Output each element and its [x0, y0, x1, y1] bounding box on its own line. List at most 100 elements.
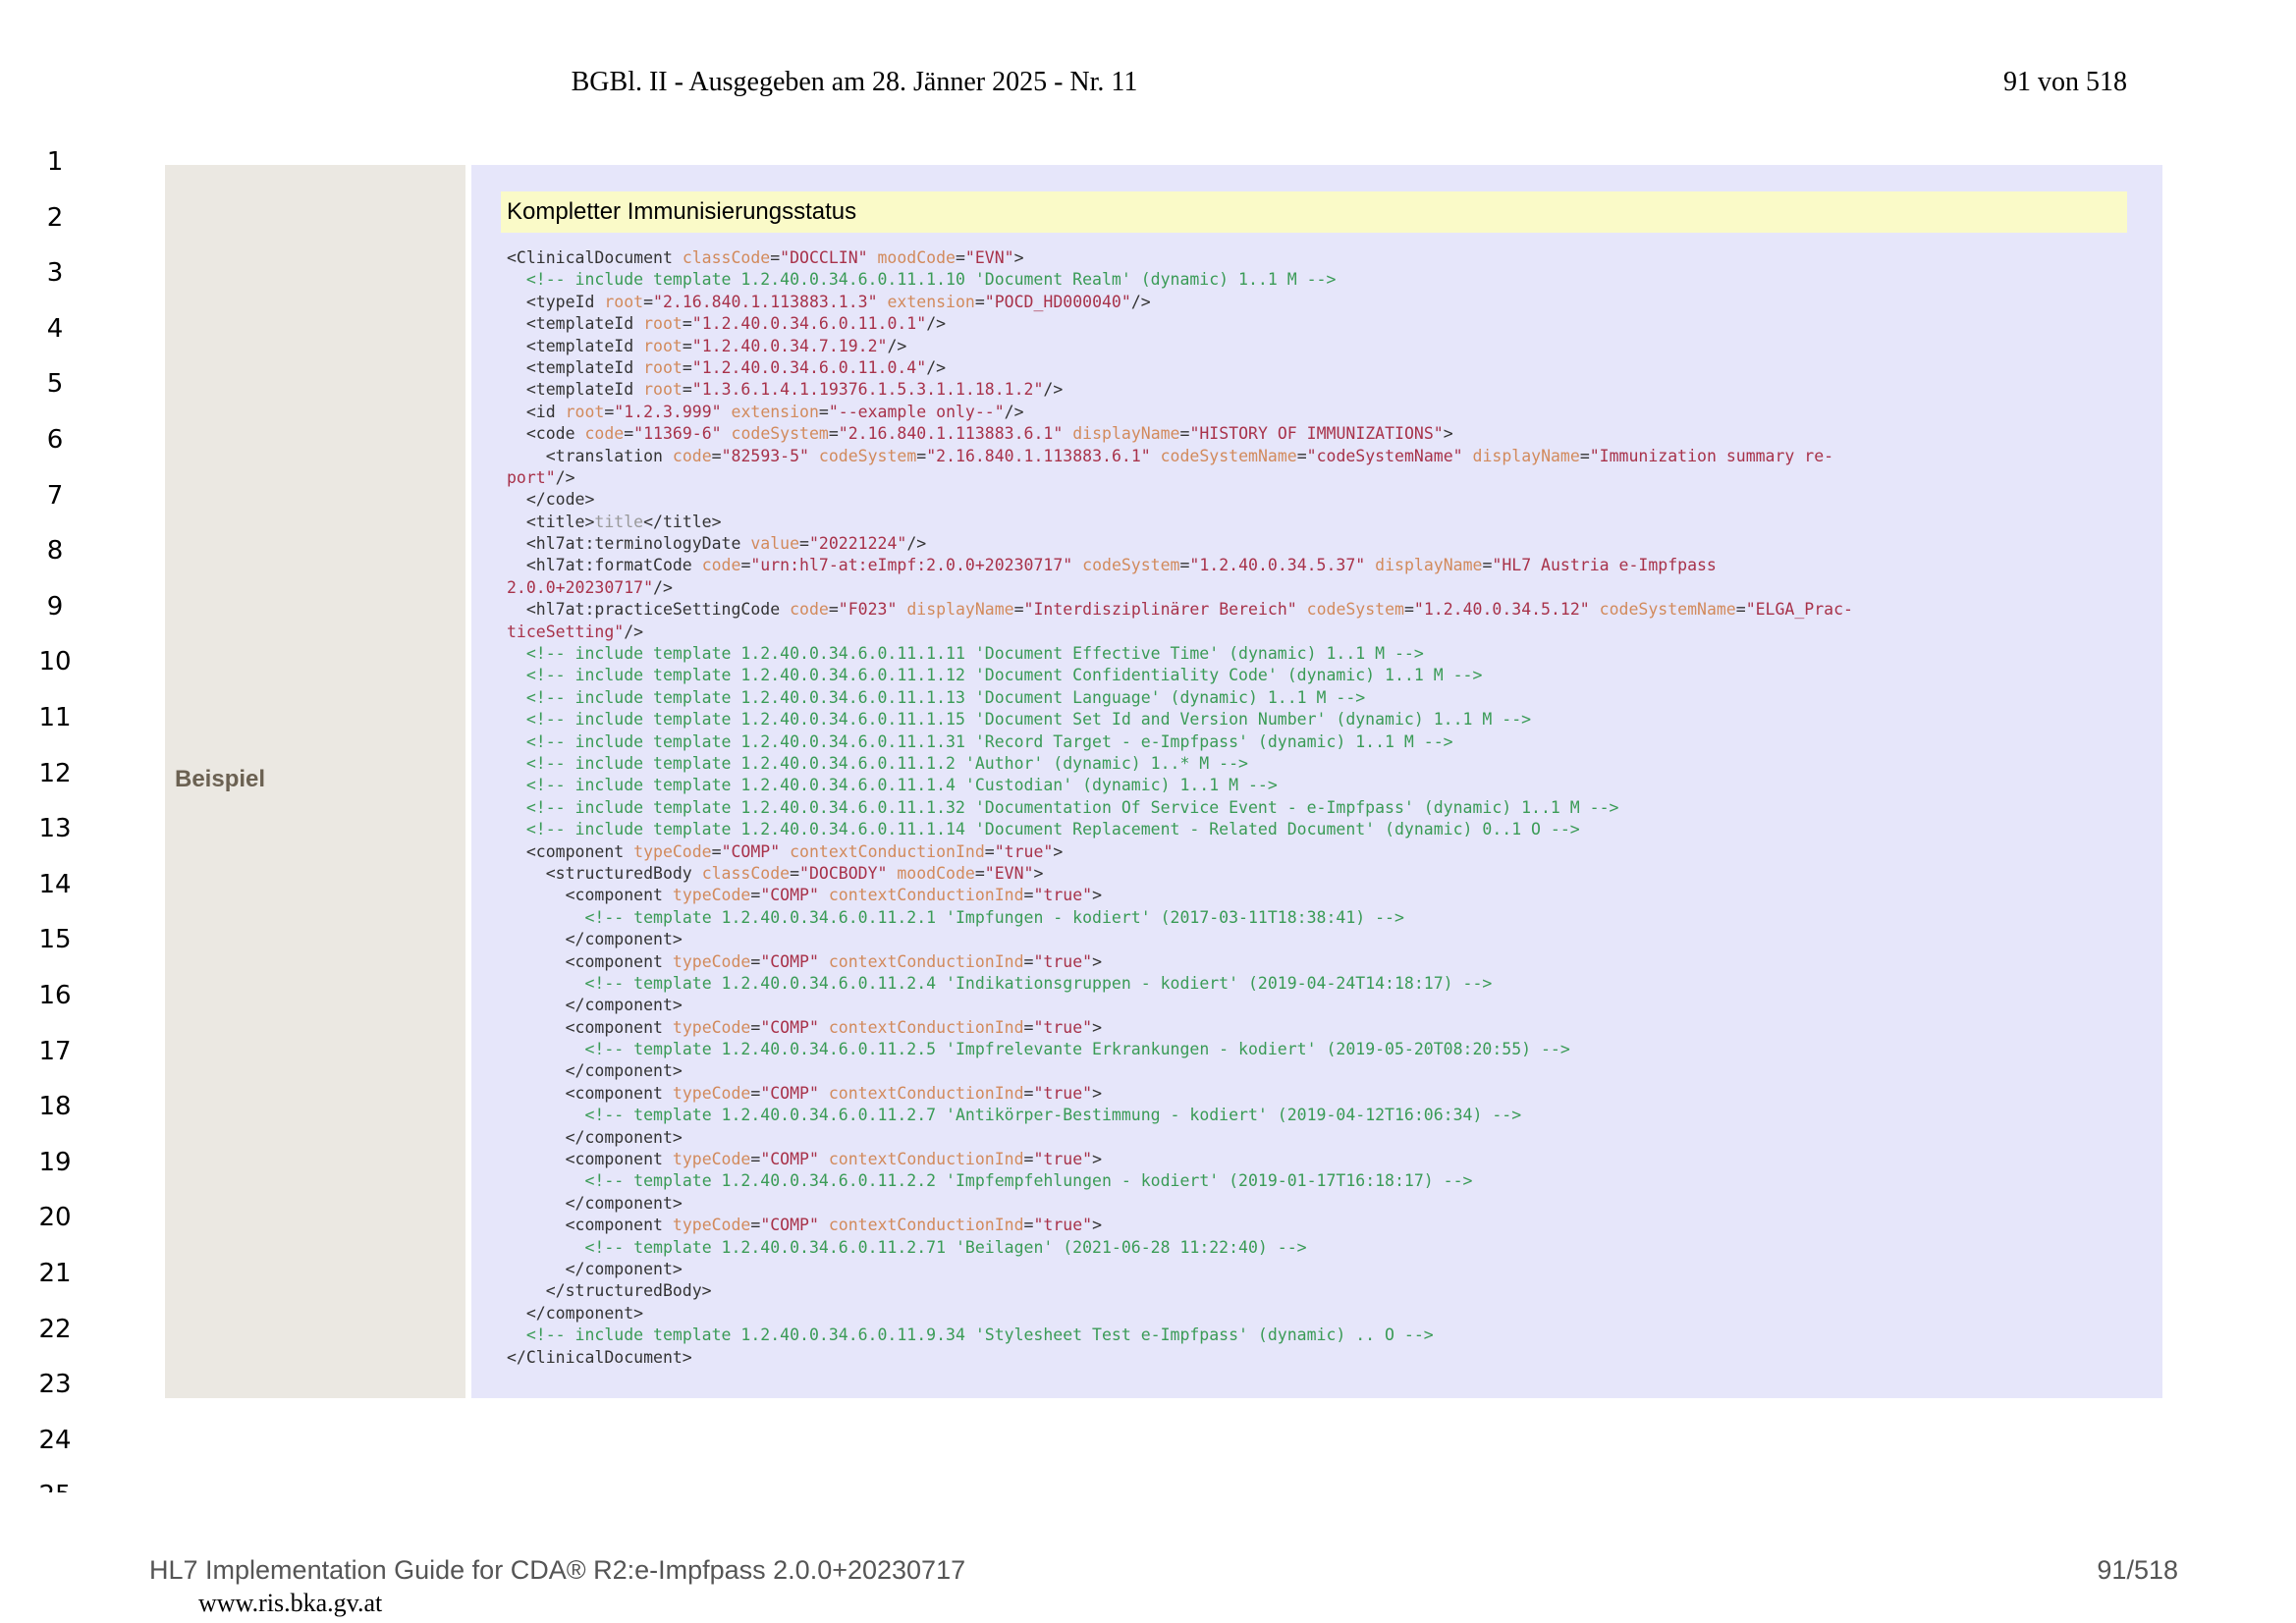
code-line: <!-- include template 1.2.40.0.34.6.0.11…: [507, 797, 2137, 819]
xml-markup: =: [818, 402, 829, 421]
footer-guide-title: HL7 Implementation Guide for CDA® R2:e-I…: [149, 1555, 966, 1585]
xml-markup: >: [1092, 1017, 1103, 1037]
xml-text: title: [594, 512, 644, 531]
line-number: 5: [46, 369, 64, 400]
code-line: <component typeCode="COMP" contextConduc…: [507, 1215, 2137, 1236]
xml-comment: <!-- include template 1.2.40.0.34.6.0.11…: [525, 666, 1483, 685]
xml-attribute-value: "1.3.6.1.4.1.19376.1.5.3.1.1.18.1.2": [691, 380, 1044, 400]
xml-markup: >: [1092, 951, 1103, 971]
xml-markup: </title>: [643, 512, 722, 531]
xml-attribute-value: "codeSystemName": [1306, 446, 1463, 465]
table-content-cell: Kompletter Immunisierungsstatus <Clinica…: [471, 165, 2162, 1398]
xml-markup: =: [1023, 1017, 1034, 1037]
xml-attribute-value: "1.2.3.999": [614, 402, 722, 421]
xml-markup: =: [643, 292, 654, 311]
code-line: <!-- template 1.2.40.0.34.6.0.11.2.2 'Im…: [507, 1170, 2137, 1192]
xml-markup: [507, 666, 526, 684]
xml-comment: <!-- include template 1.2.40.0.34.6.0.11…: [525, 820, 1580, 839]
xml-markup: =: [711, 446, 722, 465]
xml-markup: </component>: [507, 930, 683, 949]
row-label: Beispiel: [175, 766, 266, 792]
xml-markup: />: [1043, 380, 1064, 400]
xml-markup: =: [682, 336, 692, 355]
xml-attribute-value: "COMP": [760, 886, 819, 905]
xml-markup: =: [828, 600, 839, 620]
xml-markup: </component>: [507, 1061, 683, 1081]
line-number: 15: [38, 925, 72, 955]
xml-attribute-name: displayName: [906, 600, 1014, 620]
code-line: <!-- include template 1.2.40.0.34.6.0.11…: [507, 753, 2137, 775]
code-line: <!-- include template 1.2.40.0.34.6.0.11…: [507, 775, 2137, 796]
xml-markup: =: [1023, 1083, 1034, 1103]
xml-attribute-value: "Immunization summary re-: [1589, 446, 1834, 465]
xml-attribute-name: contextConductionInd: [828, 886, 1024, 905]
code-line: <typeId root="2.16.840.1.113883.1.3" ext…: [507, 292, 2137, 313]
xml-markup: =: [750, 1150, 761, 1169]
xml-markup: [507, 908, 584, 927]
xml-markup: <id: [507, 402, 566, 421]
page-header-page-number: 91 von 518: [2003, 67, 2127, 97]
xml-markup: [722, 424, 732, 443]
code-line: </structuredBody>: [507, 1280, 2137, 1302]
xml-markup: =: [1482, 556, 1493, 575]
xml-comment: <!-- include template 1.2.40.0.34.6.0.11…: [525, 753, 1248, 773]
xml-markup: [809, 447, 819, 465]
footer-url: www.ris.bka.gv.at: [198, 1589, 383, 1617]
xml-attribute-name: classCode: [682, 248, 771, 267]
code-line: <!-- template 1.2.40.0.34.6.0.11.2.7 'An…: [507, 1105, 2137, 1126]
xml-markup: <hl7at:formatCode: [507, 556, 702, 575]
xml-code-block: <ClinicalDocument classCode="DOCCLIN" mo…: [507, 247, 2137, 1369]
code-line: <templateId root="1.3.6.1.4.1.19376.1.5.…: [507, 379, 2137, 401]
xml-attribute-value: "true": [1033, 1216, 1093, 1235]
xml-markup: =: [740, 556, 751, 575]
xml-attribute-value: "true": [1033, 886, 1093, 905]
xml-markup: [1463, 447, 1473, 465]
code-line: <component typeCode="COMP" contextConduc…: [507, 841, 2137, 863]
xml-attribute-value: "1.2.40.0.34.5.12": [1413, 600, 1590, 620]
code-line: </component>: [507, 995, 2137, 1016]
line-number: 24: [38, 1425, 72, 1455]
xml-markup: <component: [507, 1150, 673, 1169]
xml-attribute-name: codeSystemName: [1599, 600, 1736, 620]
code-line: <templateId root="1.2.40.0.34.6.0.11.0.1…: [507, 313, 2137, 335]
table-label-cell: Beispiel: [165, 165, 465, 1398]
code-line: </component>: [507, 1259, 2137, 1280]
line-number: 9: [46, 591, 64, 622]
xml-attribute-name: root: [643, 357, 683, 377]
line-number: 11: [38, 703, 72, 732]
xml-markup: =: [682, 357, 692, 377]
xml-markup: >: [1092, 1216, 1103, 1235]
xml-attribute-value: "2.16.840.1.113883.6.1": [838, 424, 1064, 444]
xml-attribute-value: "11369-6": [633, 424, 722, 444]
xml-markup: >: [1013, 248, 1024, 267]
xml-markup: =: [1579, 446, 1590, 465]
xml-comment: <!-- template 1.2.40.0.34.6.0.11.2.71 'B…: [584, 1237, 1307, 1257]
xml-attribute-name: moodCode: [877, 248, 956, 267]
xml-attribute-name: code: [584, 424, 625, 444]
xml-markup: [722, 403, 732, 421]
xml-attribute-value: 2.0.0+20230717": [507, 577, 654, 597]
xml-attribute-value: "urn:hl7-at:eImpf:2.0.0+20230717": [750, 556, 1073, 575]
xml-attribute-value: "DOCBODY": [799, 863, 888, 883]
xml-attribute-name: contextConductionInd: [828, 1083, 1024, 1103]
xml-attribute-name: typeCode: [672, 1017, 751, 1037]
code-line: <!-- include template 1.2.40.0.34.6.0.11…: [507, 665, 2137, 686]
line-number: 21: [38, 1259, 72, 1288]
xml-attribute-name: displayName: [1375, 556, 1483, 575]
xml-markup: </code>: [507, 490, 595, 510]
code-line: <title>title</title>: [507, 512, 2137, 533]
xml-markup: />: [653, 577, 673, 597]
xml-attribute-name: codeSystem: [1306, 600, 1404, 620]
xml-attribute-name: moodCode: [897, 863, 975, 883]
xml-attribute-name: root: [643, 314, 683, 334]
xml-markup: <templateId: [507, 357, 644, 377]
xml-markup: <structuredBody: [507, 863, 702, 883]
xml-markup: =: [955, 248, 965, 267]
xml-attribute-value: "82593-5": [721, 446, 809, 465]
xml-markup: <component: [507, 1017, 673, 1037]
code-line: <!-- template 1.2.40.0.34.6.0.11.2.4 'In…: [507, 973, 2137, 995]
xml-markup: =: [1013, 600, 1024, 620]
line-number: 14: [38, 869, 72, 899]
xml-markup: </component>: [507, 1259, 683, 1278]
xml-markup: [507, 974, 584, 993]
